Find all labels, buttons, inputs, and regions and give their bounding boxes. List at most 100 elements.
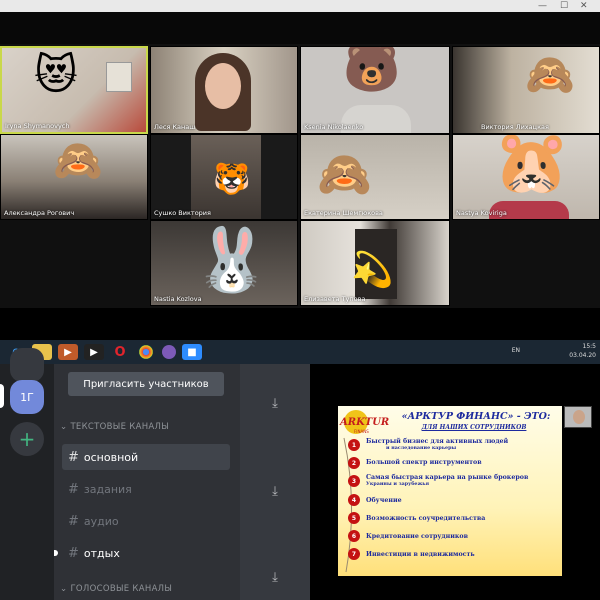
hash-icon: # [68,481,79,497]
monitor-top: — ☐ ✕ [0,0,600,44]
server-1g-button[interactable]: 1Г [10,380,44,414]
presentation-slide: ARKTUR FINANS «АРКТУР ФИНАНС» - ЭТО: ДЛЯ… [338,406,562,576]
video-tile[interactable]: 🐻 Ksenia Nikolaenko [300,46,450,134]
add-server-button[interactable]: + [10,422,44,456]
category-label: ГОЛОСОВЫЕ КАНАЛЫ [70,584,173,594]
slide-point: Большой спектр инструментов [366,459,482,466]
viber-icon[interactable] [162,345,176,359]
channel-label: задания [83,482,132,496]
tiger-face-icon: 🐯 [213,162,251,197]
home-button[interactable] [10,348,44,382]
channel-label: отдых [83,546,120,560]
slide-point: Быстрый бизнес для активных людей и насле… [366,438,509,451]
bullet-number: 3 [348,475,360,487]
video-tile[interactable]: 🐰 Nastia Kozlova [150,220,298,306]
cat-heart-eyes-icon: 😻 [34,50,78,99]
bullet-number: 6 [348,530,360,542]
wall-poster [106,62,132,92]
participant-name: Виктория Лихацкая [481,123,549,131]
video-tile[interactable]: 💫 Елизавета Тупова [300,220,450,306]
video-tile[interactable]: 🐹 Nastya Koviriga [452,134,600,220]
channel-sidebar: Пригласить участников ⌄ ТЕКСТОВЫЕ КАНАЛЫ… [54,364,240,600]
slide-point: Самая быстрая карьера на рынке брокеров У… [366,474,529,487]
participant-face [205,63,241,109]
server-selected-pill [0,384,4,408]
slide-point: Инвестиции в недвижимость [366,551,475,558]
message-area: ⤓ ⤓ ⤓ [240,364,310,600]
participant-name: Леся Канаш [154,123,196,131]
video-gallery: 😻 Iryna Shymanovych Леся Канаш 🐻 Ksenia … [0,44,600,308]
bullet-number: 5 [348,512,360,524]
slide-point: Возможность соучредительства [366,515,486,522]
chevron-down-icon: ⌄ [60,584,71,594]
screen: — ☐ ✕ 😻 Iryna Shymanovych Леся Канаш 🐻 K… [0,0,600,600]
see-no-evil-monkey-icon: 🙈 [53,138,103,184]
opera-icon[interactable]: O [110,344,130,360]
video-tile[interactable]: 🙈 Виктория Лихацкая [452,46,600,134]
participant-name: Ksenia Nikolaenko [304,123,364,131]
maximize-icon[interactable]: ☐ [560,1,568,11]
channel-label: основной [83,450,139,464]
slide-subtitle: ДЛЯ НАШИХ СОТРУДНИКОВ [421,424,527,431]
channel-main[interactable]: # основной [62,444,230,470]
bear-face-icon: 🐻 [343,46,401,95]
participant-name: Nastia Kozlova [154,295,202,303]
download-icon[interactable]: ⤓ [268,484,282,500]
see-no-evil-monkey-icon: 🙈 [317,149,372,200]
hamster-face-icon: 🐹 [493,134,571,198]
chrome-icon[interactable] [139,345,153,359]
hash-icon: # [68,513,79,529]
see-no-evil-monkey-icon: 🙈 [525,52,575,98]
clock-time: 15:5 [582,343,596,350]
slide-point: Обучение [366,497,402,504]
participant-name: Елизавета Тупова [304,295,366,303]
media-player-icon[interactable]: ▶ [58,344,78,360]
chevron-down-icon: ⌄ [60,422,71,432]
windows-taskbar: e ▶ ▶ O ■ EN 15:5 03.04.20 [0,340,600,364]
presenter-face [573,410,585,424]
channel-rest[interactable]: # отдых [62,540,230,566]
download-icon[interactable]: ⤓ [268,570,282,586]
presenter-video-thumbnail[interactable] [564,406,592,428]
slide-point: Кредитование сотрудников [366,533,469,540]
tray-clock[interactable]: 15:5 03.04.20 [569,342,596,360]
text-channels-category[interactable]: ⌄ ТЕКСТОВЫЕ КАНАЛЫ [60,422,169,432]
clock-date: 03.04.20 [569,352,596,359]
zoom-icon[interactable]: ■ [182,344,202,360]
voice-channels-category[interactable]: ⌄ ГОЛОСОВЫЕ КАНАЛЫ [60,584,172,594]
video-tile[interactable]: 🐯 Сушко Виктория [150,134,298,220]
bullet-number: 4 [348,494,360,506]
discord-window: 1Г + Пригласить участников ⌄ ТЕКСТОВЫЕ К… [0,348,600,600]
participant-name: Nastya Koviriga [456,209,507,217]
invite-members-button[interactable]: Пригласить участников [68,372,224,396]
video-tile[interactable]: 🙈 Екатерина Шемгюкова [300,134,450,220]
rabbit-face-icon: 🐰 [193,223,271,296]
video-tile[interactable]: Леся Канаш [150,46,298,134]
channel-label: аудио [83,514,119,528]
dizzy-stars-icon: 💫 [351,250,394,290]
video-tile[interactable]: 😻 Iryna Shymanovych [0,46,148,134]
media-icon[interactable]: ▶ [84,344,104,360]
channel-audio[interactable]: # аудио [62,508,230,534]
close-icon[interactable]: ✕ [580,1,588,11]
screen-share-view: ARKTUR FINANS «АРКТУР ФИНАНС» - ЭТО: ДЛЯ… [310,364,600,600]
arktur-logo: ARKTUR FINANS [340,410,389,436]
window-title-bar: — ☐ ✕ [0,0,600,12]
hash-icon: # [68,545,79,561]
server-label: 1Г [20,390,34,404]
participant-name: Iryna Shymanovych [5,122,70,130]
video-tile[interactable]: 🙈 Александра Рогович [0,134,148,220]
participant-name: Сушко Виктория [154,209,211,217]
channel-tasks[interactable]: # задания [62,476,230,502]
bullet-number: 1 [348,439,360,451]
participant-name: Екатерина Шемгюкова [304,209,383,217]
minimize-icon[interactable]: — [538,1,547,11]
language-indicator[interactable]: EN [512,347,520,354]
hash-icon: # [68,449,79,465]
bullet-number: 2 [348,457,360,469]
bullet-number: 7 [348,548,360,560]
download-icon[interactable]: ⤓ [268,396,282,412]
participant-name: Александра Рогович [4,209,75,217]
plus-icon: + [18,427,36,451]
category-label: ТЕКСТОВЫЕ КАНАЛЫ [70,422,170,432]
